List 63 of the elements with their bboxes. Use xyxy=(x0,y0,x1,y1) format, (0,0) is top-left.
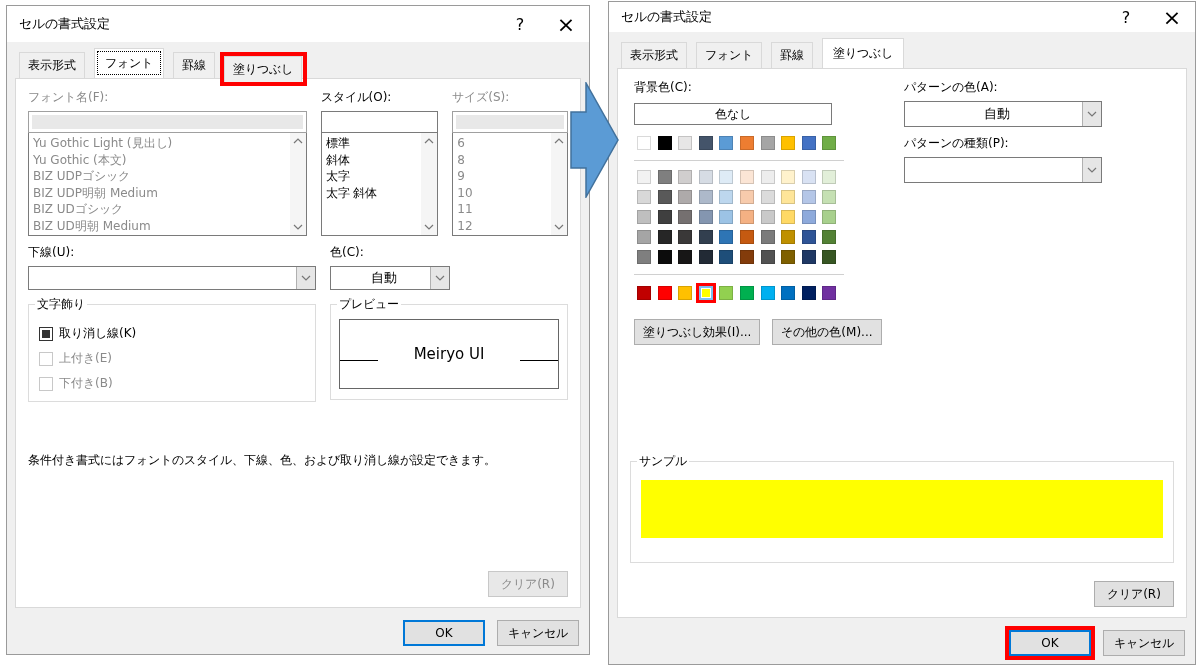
tab[interactable]: 表示形式 xyxy=(19,52,85,78)
group-title: プレビュー xyxy=(337,296,401,313)
field-label: スタイル(O): xyxy=(320,89,393,106)
scroll-down-icon xyxy=(554,223,564,231)
window-title: セルの書式設定 xyxy=(19,15,111,33)
tab[interactable]: 塗りつぶし xyxy=(822,38,904,68)
pattern-type-dropdown[interactable] xyxy=(904,157,1102,183)
help-button[interactable]: ? xyxy=(497,14,543,34)
field-label: パターンの色(A): xyxy=(904,79,999,96)
scrollbar[interactable] xyxy=(289,133,306,235)
preview-text: Meiryo UI xyxy=(413,345,485,363)
font-style-input[interactable] xyxy=(320,111,439,133)
font-name-input[interactable] xyxy=(28,111,307,133)
cancel-button[interactable]: キャンセル xyxy=(1103,630,1185,656)
scroll-down-icon xyxy=(292,223,303,231)
list-item[interactable]: 太字 xyxy=(325,168,418,185)
pattern-color-dropdown[interactable]: 自動 xyxy=(904,101,1102,127)
underline-dropdown[interactable] xyxy=(28,266,316,290)
font-style-list[interactable]: 標準 斜体 太字 太字 斜体 xyxy=(320,133,439,236)
no-color-button[interactable]: 色なし xyxy=(634,103,832,125)
preview-line xyxy=(520,359,558,361)
arrow-icon xyxy=(570,82,620,198)
field-label: 色(C): xyxy=(330,244,365,261)
clear-button[interactable]: クリア(R) xyxy=(1094,581,1174,607)
ok-button[interactable]: OK xyxy=(1009,630,1091,656)
list-item[interactable]: 斜体 xyxy=(325,151,418,168)
tab[interactable]: 罫線 xyxy=(173,52,215,78)
group-title: 文字飾り xyxy=(35,296,87,313)
more-colors-button[interactable]: その他の色(M)... xyxy=(772,319,882,345)
help-button[interactable]: ? xyxy=(1103,7,1149,27)
font-size-input[interactable] xyxy=(452,111,568,133)
field-label: 背景色(C): xyxy=(634,79,693,96)
tab[interactable]: フォント xyxy=(696,42,762,68)
tab[interactable]: 塗りつぶし xyxy=(224,56,302,82)
checkbox-label: 上付き(E) xyxy=(59,350,112,367)
cancel-button[interactable]: キャンセル xyxy=(497,620,579,646)
field-label: フォント名(F): xyxy=(28,89,110,106)
scroll-up-icon xyxy=(292,137,303,145)
close-button[interactable]: × xyxy=(543,11,589,37)
close-button[interactable]: × xyxy=(1149,4,1195,30)
ok-button[interactable]: OK xyxy=(403,620,485,646)
checkbox-label: 下付き(B) xyxy=(59,375,113,392)
field-label: パターンの種類(P): xyxy=(904,135,1010,152)
preview-line xyxy=(340,359,378,361)
fill-effects-button[interactable]: 塗りつぶし効果(I)... xyxy=(634,319,761,345)
scrollbar[interactable] xyxy=(551,133,567,235)
tab[interactable]: 罫線 xyxy=(771,42,813,68)
scroll-up-icon xyxy=(554,137,564,145)
group-title: サンプル xyxy=(637,453,689,470)
list-item[interactable]: 太字 斜体 xyxy=(325,184,418,201)
scroll-down-icon xyxy=(424,223,435,231)
field-label: 下線(U): xyxy=(28,244,76,261)
color-dropdown[interactable]: 自動 xyxy=(330,266,450,290)
field-label: サイズ(S): xyxy=(452,89,511,106)
checkbox[interactable] xyxy=(39,326,53,341)
list-item[interactable]: 標準 xyxy=(325,135,418,152)
info-text: 条件付き書式にはフォントのスタイル、下線、色、および取り消し線が設定できます。 xyxy=(28,452,497,469)
tab[interactable]: フォント xyxy=(94,48,164,78)
window-title: セルの書式設定 xyxy=(621,8,713,26)
scroll-up-icon xyxy=(424,137,435,145)
checkbox-label: 取り消し線(K) xyxy=(59,325,137,342)
tab[interactable]: 表示形式 xyxy=(621,42,687,68)
scrollbar[interactable] xyxy=(421,133,438,235)
